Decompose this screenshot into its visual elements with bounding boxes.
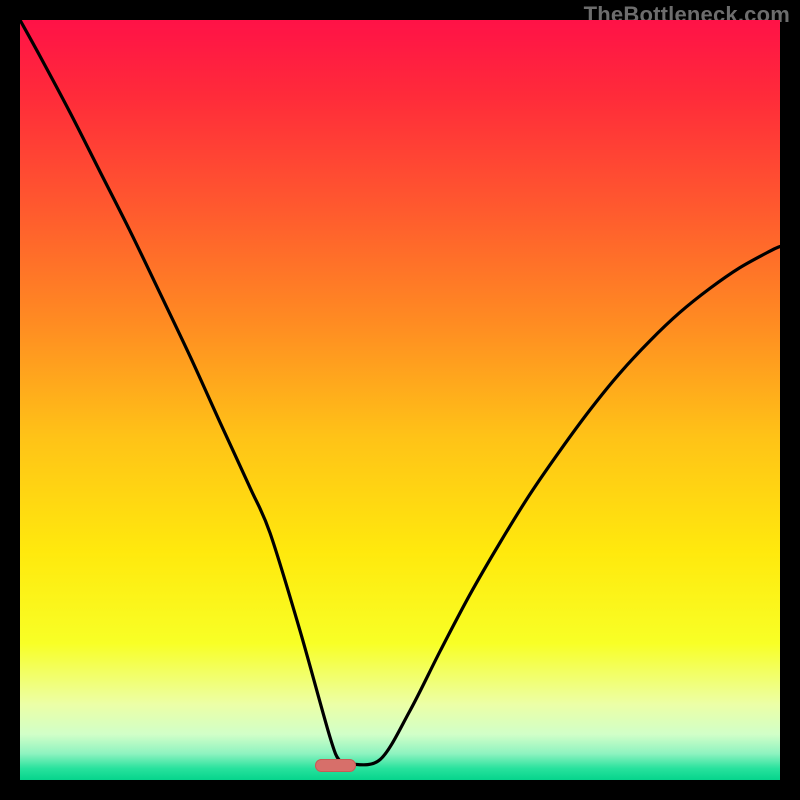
- bottleneck-curve: [20, 20, 780, 780]
- plot-area: [20, 20, 780, 780]
- optimal-marker-pill: [315, 759, 357, 773]
- chart-frame: TheBottleneck.com: [0, 0, 800, 800]
- curve-path: [20, 20, 780, 765]
